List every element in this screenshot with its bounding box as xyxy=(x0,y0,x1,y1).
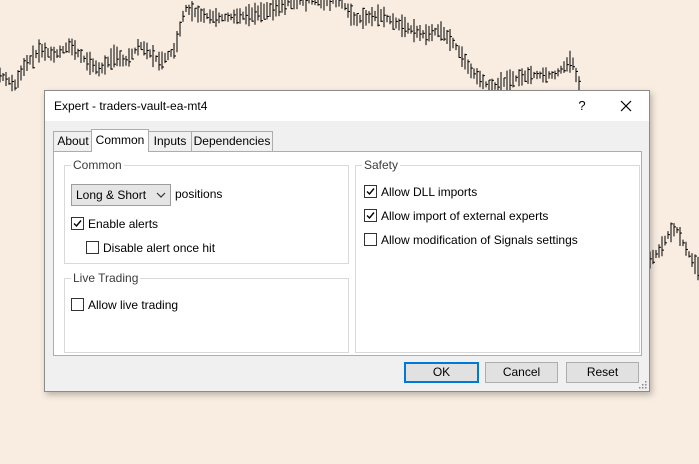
common-group: Common Long & Short positions Enable ale… xyxy=(64,158,349,264)
disable-alert-once-hit-label: Disable alert once hit xyxy=(103,241,216,255)
safety-group-title: Safety xyxy=(362,158,401,172)
enable-alerts-checkbox[interactable]: Enable alerts xyxy=(71,216,158,232)
positions-suffix-label: positions xyxy=(175,187,223,201)
checkbox-box xyxy=(86,241,99,254)
checkmark-icon xyxy=(366,188,375,196)
cancel-button[interactable]: Cancel xyxy=(485,362,558,383)
enable-alerts-label: Enable alerts xyxy=(88,217,159,231)
safety-group: Safety Allow DLL imports Allow import of… xyxy=(355,158,640,353)
positions-select-value: Long & Short xyxy=(76,188,147,202)
close-button[interactable] xyxy=(613,93,639,119)
allow-live-trading-label: Allow live trading xyxy=(88,298,179,312)
common-group-title: Common xyxy=(71,158,124,172)
tab-about[interactable]: About xyxy=(53,131,93,151)
checkbox-box xyxy=(364,185,377,198)
tab-common[interactable]: Common xyxy=(91,129,149,152)
checkmark-icon xyxy=(73,220,82,228)
expert-properties-dialog: Expert - traders-vault-ea-mt4 ? About Co… xyxy=(44,90,650,392)
allow-signals-modification-checkbox[interactable]: Allow modification of Signals settings xyxy=(364,232,578,248)
help-button[interactable]: ? xyxy=(571,95,593,117)
dialog-title: Expert - traders-vault-ea-mt4 xyxy=(54,99,208,113)
common-tab-panel: Common Long & Short positions Enable ale… xyxy=(53,151,642,356)
checkbox-box xyxy=(364,209,377,222)
allow-external-experts-label: Allow import of external experts xyxy=(381,209,549,223)
reset-button[interactable]: Reset xyxy=(566,362,639,383)
checkmark-icon xyxy=(366,212,375,220)
checkbox-box xyxy=(71,217,84,230)
disable-alert-once-hit-checkbox[interactable]: Disable alert once hit xyxy=(86,240,215,256)
tab-inputs[interactable]: Inputs xyxy=(147,131,193,151)
checkbox-box xyxy=(71,298,84,311)
resize-grip-icon[interactable] xyxy=(639,381,647,389)
live-trading-group-title: Live Trading xyxy=(71,271,141,285)
allow-dll-imports-label: Allow DLL imports xyxy=(381,185,478,199)
live-trading-group: Live Trading Allow live trading xyxy=(64,271,349,353)
ok-button[interactable]: OK xyxy=(404,362,479,383)
dialog-titlebar: Expert - traders-vault-ea-mt4 ? xyxy=(45,91,649,121)
checkbox-box xyxy=(364,233,377,246)
tab-dependencies[interactable]: Dependencies xyxy=(191,131,273,151)
positions-select[interactable]: Long & Short xyxy=(71,184,171,206)
chevron-down-icon xyxy=(156,192,166,198)
close-icon xyxy=(620,100,632,112)
allow-external-experts-checkbox[interactable]: Allow import of external experts xyxy=(364,208,548,224)
allow-signals-modification-label: Allow modification of Signals settings xyxy=(381,233,578,247)
allow-live-trading-checkbox[interactable]: Allow live trading xyxy=(71,297,178,313)
allow-dll-imports-checkbox[interactable]: Allow DLL imports xyxy=(364,184,477,200)
